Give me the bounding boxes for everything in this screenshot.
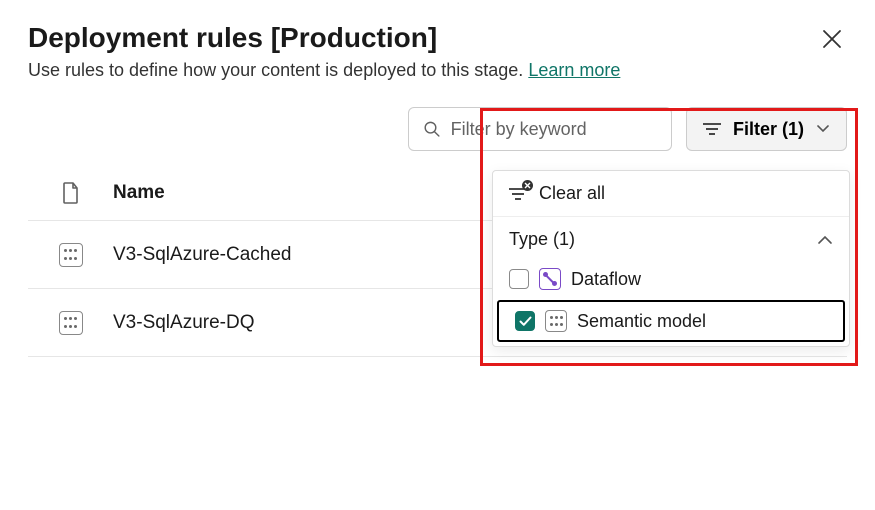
filter-icon	[703, 122, 721, 136]
row-name: V3-SqlAzure-DQ	[113, 312, 255, 334]
name-column-header[interactable]: Name	[113, 182, 165, 204]
dataflow-icon	[539, 268, 561, 290]
search-icon	[423, 119, 441, 139]
filter-section-label: Type (1)	[509, 229, 575, 250]
filter-option-dataflow[interactable]: Dataflow	[493, 260, 849, 298]
checkbox-unchecked[interactable]	[509, 269, 529, 289]
filter-option-semantic-model[interactable]: Semantic model	[497, 300, 845, 342]
learn-more-link[interactable]: Learn more	[528, 60, 620, 80]
semantic-model-icon	[59, 311, 83, 335]
close-icon	[821, 28, 843, 50]
semantic-model-icon	[545, 310, 567, 332]
file-icon	[62, 182, 80, 204]
filter-panel: Clear all Type (1) Dataflow Semantic mod…	[492, 170, 850, 347]
filter-section-header[interactable]: Type (1)	[493, 217, 849, 260]
clear-all-button[interactable]: Clear all	[493, 171, 849, 217]
chevron-down-icon	[816, 124, 830, 134]
checkbox-checked[interactable]	[515, 311, 535, 331]
semantic-model-icon	[59, 243, 83, 267]
clear-badge-icon	[522, 180, 533, 191]
filter-button[interactable]: Filter (1)	[686, 107, 847, 151]
clear-all-label: Clear all	[539, 183, 605, 204]
row-name: V3-SqlAzure-Cached	[113, 244, 291, 266]
search-input-wrapper[interactable]	[408, 107, 672, 151]
filter-label: Filter (1)	[733, 119, 804, 140]
page-title: Deployment rules [Production]	[28, 22, 437, 54]
chevron-up-icon	[817, 235, 833, 245]
close-button[interactable]	[817, 24, 847, 57]
option-label: Semantic model	[577, 311, 706, 332]
search-input[interactable]	[451, 119, 657, 140]
option-label: Dataflow	[571, 269, 641, 290]
type-column-header[interactable]	[28, 182, 113, 204]
subtitle: Use rules to define how your content is …	[28, 60, 847, 81]
